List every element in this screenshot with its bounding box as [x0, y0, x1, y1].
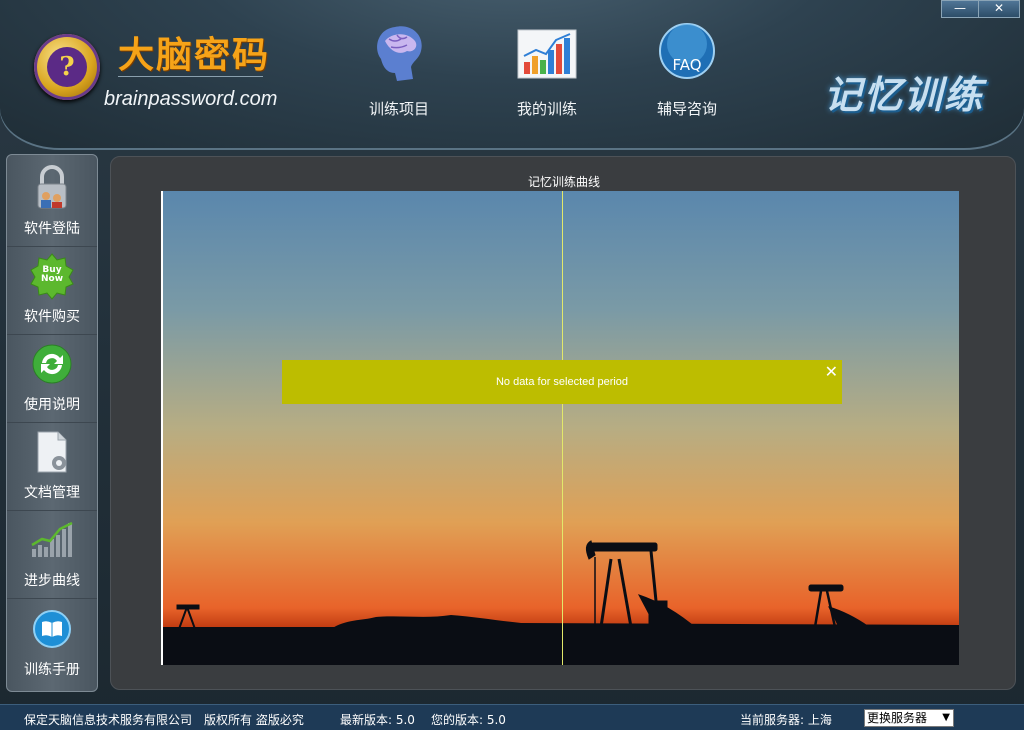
buy-now-text: Buy Now	[40, 265, 64, 284]
main-panel: 记忆训练曲线 No data for selected period ✕	[110, 156, 1016, 690]
nav-label: 辅导咨询	[656, 100, 717, 118]
notice-close-icon[interactable]: ✕	[825, 362, 838, 381]
logo-glyph: ?	[47, 47, 87, 87]
sidebar-item-instructions[interactable]: 使用说明	[7, 335, 97, 423]
progress-chart-icon	[30, 514, 74, 566]
notice-text: No data for selected period	[495, 376, 629, 388]
sidebar-item-manual[interactable]: 训练手册	[7, 599, 97, 687]
refresh-icon	[31, 338, 73, 390]
nav-my-training[interactable]: 我的训练	[492, 18, 602, 119]
oilfield-silhouette-image	[161, 540, 959, 665]
faq-icon-text: FAQ	[672, 56, 702, 74]
close-button[interactable]: ✕	[978, 0, 1020, 18]
nav-training-projects[interactable]: 训练项目	[344, 18, 454, 119]
buy-now-icon: Buy Now	[28, 250, 76, 302]
sidebar-item-label: 使用说明	[24, 397, 80, 413]
chevron-down-icon: ▼	[942, 712, 950, 723]
brand-url: brainpassword.com	[104, 88, 278, 110]
your-version: 您的版本: 5.0	[431, 713, 506, 727]
copyright-text: 版权所有 盗版必究	[204, 713, 304, 727]
minimize-button[interactable]: —	[941, 0, 979, 18]
nav-label: 我的训练	[516, 100, 577, 118]
sidebar-item-label: 软件登陆	[24, 221, 80, 237]
chart-area: No data for selected period ✕	[161, 191, 959, 665]
sidebar-item-label: 训练手册	[24, 662, 80, 678]
chart-y-axis	[161, 191, 163, 665]
brand-name: 大脑密码	[118, 34, 271, 76]
company-name: 保定天脑信息技术服务有限公司	[24, 713, 193, 727]
sidebar-item-login[interactable]: 软件登陆	[7, 159, 97, 247]
book-icon	[32, 603, 72, 655]
faq-icon: FAQ	[632, 18, 742, 90]
sidebar-item-label: 进步曲线	[24, 573, 80, 589]
brand-divider	[118, 76, 263, 77]
change-server-label: 更换服务器	[867, 711, 928, 725]
latest-version: 最新版本: 5.0	[340, 713, 415, 727]
chart-cursor-line	[562, 191, 563, 665]
sidebar-item-buy[interactable]: Buy Now 软件购买	[7, 247, 97, 335]
bar-chart-icon	[492, 18, 602, 90]
sidebar-item-label: 软件购买	[24, 309, 80, 325]
sidebar-item-progress[interactable]: 进步曲线	[7, 511, 97, 599]
header: — ✕ ? 大脑密码 brainpassword.com 训练项目 我的训练 F…	[0, 0, 1024, 150]
document-gear-icon	[32, 426, 72, 478]
brain-icon	[344, 18, 454, 90]
nav-label: 训练项目	[368, 100, 429, 118]
current-server: 当前服务器: 上海	[740, 713, 832, 727]
status-bar: 保定天脑信息技术服务有限公司 版权所有 盗版必究 最新版本: 5.0 您的版本:…	[0, 704, 1024, 730]
nav-consulting[interactable]: FAQ 辅导咨询	[632, 18, 742, 119]
brand-logo-icon: ?	[34, 34, 100, 100]
sidebar-item-documents[interactable]: 文档管理	[7, 423, 97, 511]
no-data-notice: No data for selected period ✕	[282, 360, 842, 404]
slogan: 记忆训练	[823, 73, 984, 117]
change-server-select[interactable]: 更换服务器 ▼	[864, 709, 954, 727]
window-controls: — ✕	[941, 0, 1020, 18]
chart-title: 记忆训练曲线	[527, 175, 600, 189]
lock-users-icon	[32, 162, 72, 214]
sidebar-item-label: 文档管理	[24, 485, 80, 501]
sidebar: 软件登陆 Buy Now 软件购买 使用说明 文档管理 进步曲线 训练手册	[6, 154, 98, 692]
